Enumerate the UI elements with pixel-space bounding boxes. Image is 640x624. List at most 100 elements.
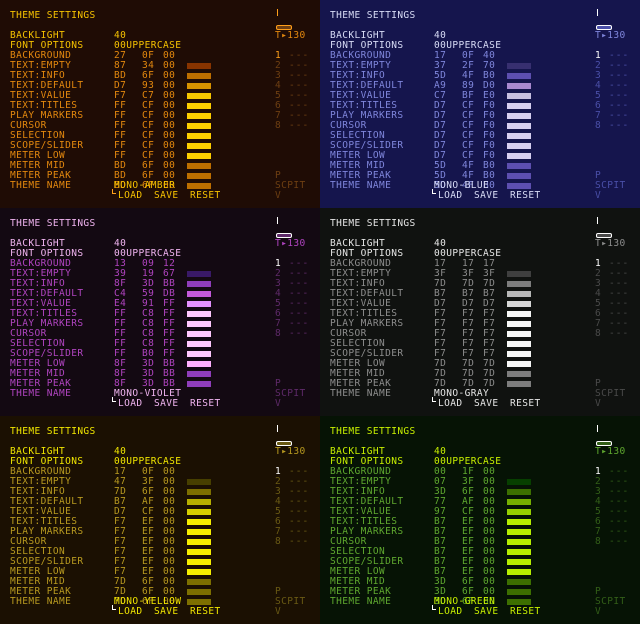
track-empty-marker: ---: [289, 120, 310, 131]
color-swatch: [187, 479, 211, 485]
side-label-v: V: [595, 190, 602, 201]
save-button[interactable]: SAVE: [474, 607, 498, 617]
track-number[interactable]: 8: [275, 121, 281, 131]
panel-title: THEME SETTINGS: [330, 426, 416, 437]
corner-marker-icon: [432, 189, 436, 194]
scroll-indicator-icon: [597, 9, 598, 16]
param-label-theme-name[interactable]: THEME NAME: [10, 597, 71, 607]
color-swatch: [187, 183, 211, 189]
color-swatch: [507, 123, 531, 129]
param-label-theme-name[interactable]: THEME NAME: [330, 597, 391, 607]
scroll-indicator-icon: [277, 9, 278, 16]
track-number[interactable]: 8: [275, 329, 281, 339]
save-button[interactable]: SAVE: [474, 399, 498, 409]
scroll-indicator-icon: [597, 425, 598, 432]
tempo-readout: T▸130: [275, 446, 306, 457]
param-label-theme-name[interactable]: THEME NAME: [10, 389, 71, 399]
load-button[interactable]: LOAD: [438, 399, 462, 409]
save-button[interactable]: SAVE: [154, 399, 178, 409]
param-label-theme-name[interactable]: THEME NAME: [10, 181, 71, 191]
color-swatch: [187, 281, 211, 287]
color-swatch: [507, 331, 531, 337]
corner-marker-icon: [112, 397, 116, 402]
color-swatch: [507, 499, 531, 505]
panel-title: THEME SETTINGS: [330, 218, 416, 229]
track-empty-marker: ---: [289, 328, 310, 339]
track-empty-marker: ---: [609, 120, 630, 131]
color-swatch: [187, 103, 211, 109]
track-number[interactable]: 8: [595, 329, 601, 339]
color-swatch: [187, 133, 211, 139]
color-swatch: [187, 381, 211, 387]
color-swatch: [507, 569, 531, 575]
color-swatch: [187, 539, 211, 545]
color-swatch: [507, 83, 531, 89]
color-swatch: [507, 549, 531, 555]
panel-title: THEME SETTINGS: [10, 218, 96, 229]
color-swatch: [187, 93, 211, 99]
color-swatch: [507, 559, 531, 565]
color-swatch: [507, 361, 531, 367]
track-empty-marker: ---: [609, 536, 630, 547]
color-swatch: [187, 321, 211, 327]
color-swatch: [507, 371, 531, 377]
load-button[interactable]: LOAD: [118, 399, 142, 409]
color-swatch: [507, 599, 531, 605]
color-swatch: [507, 341, 531, 347]
corner-marker-icon: [432, 605, 436, 610]
color-swatch: [187, 489, 211, 495]
reset-button[interactable]: RESET: [190, 607, 221, 617]
load-button[interactable]: LOAD: [438, 191, 462, 201]
theme-panel-mono-green: THEME SETTINGS T▸130 BACKLIGHT FONT OPTIONS…: [320, 416, 640, 624]
color-swatch: [187, 83, 211, 89]
corner-marker-icon: [112, 189, 116, 194]
color-swatch: [187, 291, 211, 297]
color-swatch: [187, 569, 211, 575]
reset-button[interactable]: RESET: [190, 399, 221, 409]
track-number[interactable]: 8: [595, 537, 601, 547]
load-button[interactable]: LOAD: [438, 607, 462, 617]
param-label-theme-name[interactable]: THEME NAME: [330, 389, 391, 399]
theme-panel-mono-yellow: THEME SETTINGS T▸130 BACKLIGHT FONT OPTIONS…: [0, 416, 320, 624]
reset-button[interactable]: RESET: [190, 191, 221, 201]
color-swatch: [507, 529, 531, 535]
color-swatch: [187, 173, 211, 179]
panel-title: THEME SETTINGS: [330, 10, 416, 21]
color-swatch: [187, 163, 211, 169]
color-swatch: [507, 173, 531, 179]
color-swatch: [507, 509, 531, 515]
scroll-indicator-icon: [277, 425, 278, 432]
color-swatch: [187, 271, 211, 277]
color-swatch: [187, 311, 211, 317]
panel-title: THEME SETTINGS: [10, 426, 96, 437]
load-button[interactable]: LOAD: [118, 607, 142, 617]
save-button[interactable]: SAVE: [154, 607, 178, 617]
color-swatch: [187, 123, 211, 129]
color-swatch: [507, 271, 531, 277]
color-swatch: [187, 143, 211, 149]
save-button[interactable]: SAVE: [474, 191, 498, 201]
color-swatch: [187, 579, 211, 585]
reset-button[interactable]: RESET: [510, 399, 541, 409]
track-number[interactable]: 8: [275, 537, 281, 547]
color-swatch: [187, 509, 211, 515]
track-number[interactable]: 8: [595, 121, 601, 131]
color-swatch: [507, 281, 531, 287]
load-button[interactable]: LOAD: [118, 191, 142, 201]
color-swatch: [507, 291, 531, 297]
color-swatch: [507, 133, 531, 139]
reset-button[interactable]: RESET: [510, 607, 541, 617]
color-swatch: [187, 351, 211, 357]
side-label-v: V: [275, 398, 282, 409]
color-swatch: [507, 579, 531, 585]
side-label-v: V: [275, 606, 282, 617]
side-label-v: V: [595, 398, 602, 409]
theme-panel-mono-violet: THEME SETTINGS T▸130 BACKLIGHT FONT OPTIONS…: [0, 208, 320, 416]
param-label-theme-name[interactable]: THEME NAME: [330, 181, 391, 191]
track-empty-marker: ---: [609, 328, 630, 339]
color-swatch: [187, 341, 211, 347]
scroll-indicator-icon: [597, 217, 598, 224]
color-swatch: [187, 371, 211, 377]
reset-button[interactable]: RESET: [510, 191, 541, 201]
save-button[interactable]: SAVE: [154, 191, 178, 201]
